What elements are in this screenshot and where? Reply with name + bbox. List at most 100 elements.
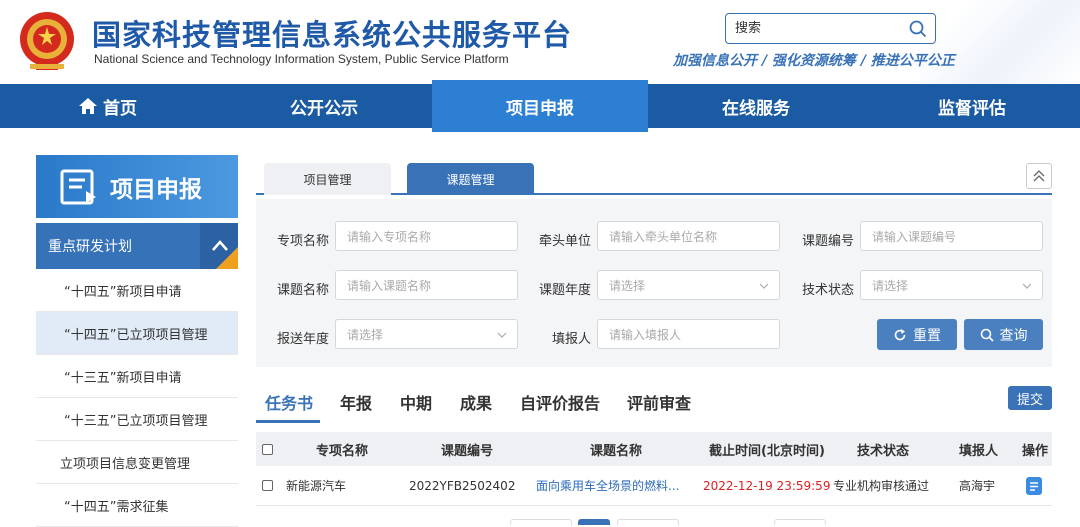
main-nav: 首页 公开公示 项目申报 在线服务 监督评估 xyxy=(0,80,1080,132)
sub-tabs: 任务书 年报 中期 成果 自评价报告 评前审查 提交 xyxy=(256,378,1052,424)
sidebar-item-145-demand[interactable]: “十四五”需求征集 xyxy=(36,484,238,527)
collapse-button[interactable] xyxy=(1026,163,1052,189)
tab-topic-management[interactable]: 课题管理 xyxy=(407,163,534,195)
sub-tab-self-evaluation[interactable]: 自评价报告 xyxy=(520,390,600,414)
cell-topic-name-link[interactable]: 面向乘用车全场景的燃料... xyxy=(536,466,686,505)
submit-year-placeholder: 请选择 xyxy=(347,327,384,342)
nav-home-label: 首页 xyxy=(103,98,137,119)
nav-public-notice[interactable]: 公开公示 xyxy=(216,84,432,128)
nav-home[interactable]: 首页 xyxy=(0,84,216,128)
home-icon xyxy=(79,98,97,114)
topic-no-input[interactable]: 请输入课题编号 xyxy=(860,221,1043,251)
chevron-down-icon xyxy=(1022,283,1032,289)
special-name-input[interactable]: 请输入专项名称 xyxy=(335,221,518,251)
sidebar-item-change-management[interactable]: 立项项目信息变更管理 xyxy=(36,441,238,484)
col-deadline: 截止时间(北京时间) xyxy=(709,443,825,459)
label-topic-name: 课题名称 xyxy=(277,283,330,298)
search-icon xyxy=(980,328,994,342)
row-checkbox[interactable] xyxy=(262,466,273,505)
submit-year-select[interactable]: 请选择 xyxy=(335,319,518,349)
search-box[interactable] xyxy=(725,13,936,44)
label-filler: 填报人 xyxy=(552,332,592,347)
pager-current[interactable] xyxy=(578,519,610,525)
col-topic-name: 课题名称 xyxy=(590,443,643,459)
col-tech-status: 技术状态 xyxy=(857,443,910,459)
sidebar-item-135-new[interactable]: “十三五”新项目申请 xyxy=(36,355,238,398)
sidebar-group-key-rd[interactable]: 重点研发计划 xyxy=(36,223,238,269)
slogan: 加强信息公开 / 强化资源统筹 / 推进公平公正 xyxy=(673,53,955,69)
data-table: 专项名称 课题编号 课题名称 截止时间(北京时间) 技术状态 填报人 操作 新能… xyxy=(256,432,1052,506)
topic-year-select[interactable]: 请选择 xyxy=(597,270,780,300)
sidebar-item-135-managed[interactable]: “十三五”已立项项目管理 xyxy=(36,398,238,441)
header-decoration xyxy=(920,0,1080,84)
label-special-name: 专项名称 xyxy=(277,234,330,249)
pager-prev[interactable] xyxy=(510,519,572,525)
label-tech-status: 技术状态 xyxy=(802,283,855,298)
query-label: 查询 xyxy=(999,327,1028,344)
cell-special-name: 新能源汽车 xyxy=(286,479,347,493)
top-tabs: 项目管理 课题管理 xyxy=(256,155,1052,195)
double-chevron-up-icon xyxy=(1033,170,1045,182)
document-icon xyxy=(1026,476,1042,495)
cell-tech-status: 专业机构审核通过 xyxy=(833,479,930,493)
sidebar-item-145-managed[interactable]: “十四五”已立项项目管理 xyxy=(36,312,238,355)
sub-tab-midterm[interactable]: 中期 xyxy=(400,390,432,414)
active-tab-underline xyxy=(256,420,320,423)
sub-tab-pre-review[interactable]: 评前审查 xyxy=(627,390,691,414)
label-lead-unit: 牵头单位 xyxy=(539,234,592,249)
site-header: 国家科技管理信息系统公共服务平台 National Science and Te… xyxy=(0,0,1080,84)
corner-accent xyxy=(216,247,238,269)
cell-deadline: 2022-12-19 23:59:59 xyxy=(703,478,831,493)
sidebar-banner: 项目申报 xyxy=(36,155,238,218)
search-input[interactable] xyxy=(726,14,896,43)
nav-online-service[interactable]: 在线服务 xyxy=(648,84,864,128)
tech-status-placeholder: 请选择 xyxy=(872,278,909,293)
cell-filler: 高海宇 xyxy=(959,479,996,493)
topic-year-placeholder: 请选择 xyxy=(609,278,646,293)
sidebar: 项目申报 重点研发计划 “十四五”新项目申请 “十四五”已立项项目管理 “十三五… xyxy=(36,155,238,527)
edit-document-button[interactable] xyxy=(1025,466,1043,505)
query-button[interactable]: 查询 xyxy=(964,319,1043,350)
sidebar-banner-label: 项目申报 xyxy=(110,176,202,203)
site-subtitle: National Science and Technology Informat… xyxy=(94,52,509,66)
col-action: 操作 xyxy=(1022,443,1049,459)
main-panel: 项目管理 课题管理 专项名称 请输入专项名称 牵头单位 请输入牵头单位名称 课题… xyxy=(256,155,1052,367)
site-title: 国家科技管理信息系统公共服务平台 xyxy=(92,18,573,52)
table-header: 专项名称 课题编号 课题名称 截止时间(北京时间) 技术状态 填报人 操作 xyxy=(256,432,1052,466)
label-topic-year: 课题年度 xyxy=(539,283,592,298)
nav-project-apply[interactable]: 项目申报 xyxy=(432,80,648,132)
project-apply-icon xyxy=(60,169,96,204)
tech-status-select[interactable]: 请选择 xyxy=(860,270,1043,300)
filter-panel: 专项名称 请输入专项名称 牵头单位 请输入牵头单位名称 课题编号 请输入课题编号… xyxy=(256,199,1052,367)
sub-tab-results[interactable]: 成果 xyxy=(460,390,492,414)
pager-next[interactable] xyxy=(617,519,679,525)
chevron-down-icon xyxy=(759,283,769,289)
reset-label: 重置 xyxy=(913,327,941,344)
lead-unit-input[interactable]: 请输入牵头单位名称 xyxy=(597,221,780,251)
tab-project-management[interactable]: 项目管理 xyxy=(264,163,391,195)
table-row: 新能源汽车 2022YFB2502402 面向乘用车全场景的燃料... 2022… xyxy=(256,466,1052,506)
label-submit-year: 报送年度 xyxy=(277,332,330,347)
col-special-name: 专项名称 xyxy=(316,443,369,459)
sub-tab-task-book[interactable]: 任务书 xyxy=(265,390,313,414)
select-all-checkbox[interactable] xyxy=(262,432,273,466)
sidebar-group-label: 重点研发计划 xyxy=(48,239,132,255)
caret-box xyxy=(200,223,238,269)
refresh-icon xyxy=(894,328,906,340)
reset-button[interactable]: 重置 xyxy=(877,319,957,350)
sidebar-item-145-new[interactable]: “十四五”新项目申请 xyxy=(36,269,238,312)
search-icon[interactable] xyxy=(909,20,927,38)
col-filler: 填报人 xyxy=(959,443,999,459)
filler-input[interactable]: 请输入填报人 xyxy=(597,319,780,349)
chevron-down-icon xyxy=(497,332,507,338)
topic-name-input[interactable]: 请输入课题名称 xyxy=(335,270,518,300)
nav-supervision[interactable]: 监督评估 xyxy=(864,84,1080,128)
sub-tab-annual-report[interactable]: 年报 xyxy=(340,390,372,414)
cell-topic-no: 2022YFB2502402 xyxy=(409,478,516,493)
pagination xyxy=(256,516,1052,525)
pager-size[interactable] xyxy=(774,519,826,525)
submit-button[interactable]: 提交 xyxy=(1008,386,1052,410)
national-emblem-icon xyxy=(20,12,74,70)
label-topic-no: 课题编号 xyxy=(802,234,855,249)
col-topic-no: 课题编号 xyxy=(441,443,494,459)
